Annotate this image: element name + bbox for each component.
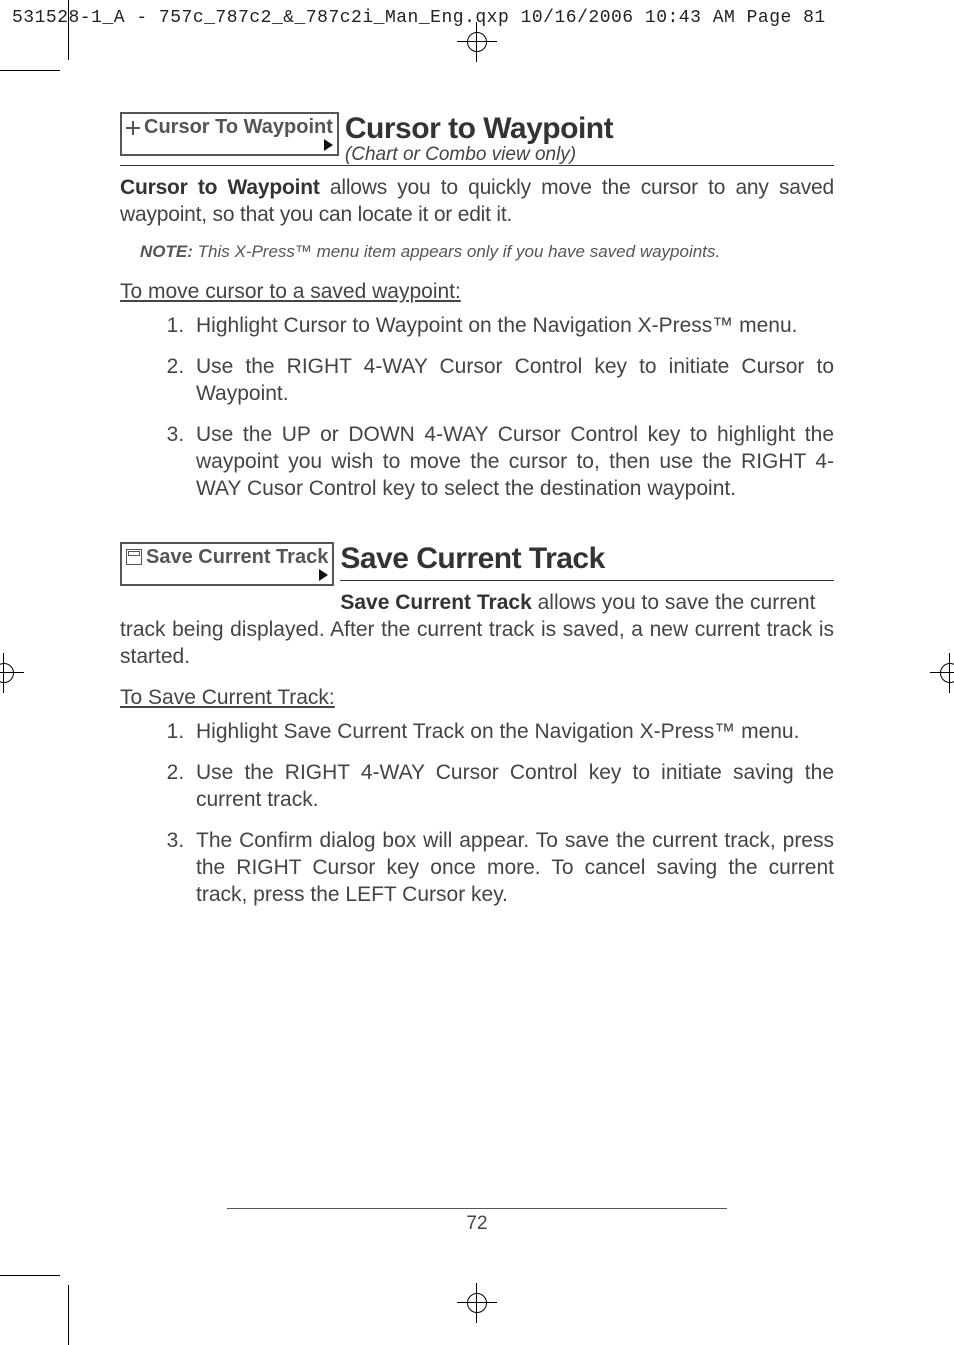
note: NOTE: This X-Press™ menu item appears on…	[140, 242, 834, 262]
menu-label: Save Current Track	[146, 546, 328, 568]
registration-mark	[0, 653, 24, 693]
menu-label: Cursor To Waypoint	[144, 116, 333, 138]
intro-rest-part2: track being displayed. After the current…	[120, 616, 834, 670]
menu-item-save-current-track: Save Current Track	[120, 542, 334, 586]
intro-bold: Cursor to Waypoint	[120, 176, 320, 199]
intro-paragraph: Cursor to Waypoint allows you to quickly…	[120, 174, 834, 228]
step-item: Use the RIGHT 4-WAY Cursor Control key t…	[190, 353, 834, 407]
running-head: 531528-1_A - 757c_787c2_&_787c2i_Man_Eng…	[12, 8, 826, 28]
intro-bold: Save Current Track	[340, 591, 531, 614]
section-title: Save Current Track	[340, 542, 834, 576]
note-text: This X-Press™ menu item appears only if …	[193, 242, 720, 261]
section-cursor-to-waypoint: Cursor To Waypoint Cursor to Waypoint (C…	[120, 112, 834, 166]
steps-list: Highlight Cursor to Waypoint on the Navi…	[120, 312, 834, 502]
step-item: The Confirm dialog box will appear. To s…	[190, 827, 834, 908]
save-icon	[126, 549, 142, 565]
registration-mark	[930, 653, 954, 693]
crop-mark	[68, 1285, 69, 1345]
footer-rule	[227, 1208, 727, 1209]
subhead: To move cursor to a saved waypoint:	[120, 280, 834, 304]
right-arrow-icon	[319, 569, 328, 581]
divider	[340, 580, 834, 581]
page-number: 72	[120, 1213, 834, 1235]
crop-mark	[68, 0, 69, 60]
menu-item-cursor-to-waypoint: Cursor To Waypoint	[120, 112, 339, 156]
registration-mark	[457, 22, 497, 62]
step-item: Use the RIGHT 4-WAY Cursor Control key t…	[190, 759, 834, 813]
cursor-icon	[126, 121, 140, 135]
content-area: Cursor To Waypoint Cursor to Waypoint (C…	[120, 112, 834, 922]
step-item: Highlight Save Current Track on the Navi…	[190, 718, 834, 745]
section-save-current-track: Save Current Track Save Current Track Sa…	[120, 542, 834, 908]
registration-mark	[457, 1283, 497, 1323]
footer: 72	[120, 1208, 834, 1235]
intro-rest-part1: allows you to save the current	[532, 591, 816, 614]
steps-list: Highlight Save Current Track on the Navi…	[120, 718, 834, 908]
note-label: NOTE:	[140, 242, 193, 261]
section-subtitle: (Chart or Combo view only)	[345, 144, 613, 166]
section-title: Cursor to Waypoint	[345, 112, 613, 146]
right-arrow-icon	[324, 139, 333, 151]
step-item: Highlight Cursor to Waypoint on the Navi…	[190, 312, 834, 339]
page: 531528-1_A - 757c_787c2_&_787c2i_Man_Eng…	[0, 0, 954, 1345]
crop-mark	[0, 70, 60, 71]
crop-mark	[0, 1275, 60, 1276]
subhead: To Save Current Track:	[120, 686, 834, 710]
step-item: Use the UP or DOWN 4-WAY Cursor Control …	[190, 421, 834, 502]
